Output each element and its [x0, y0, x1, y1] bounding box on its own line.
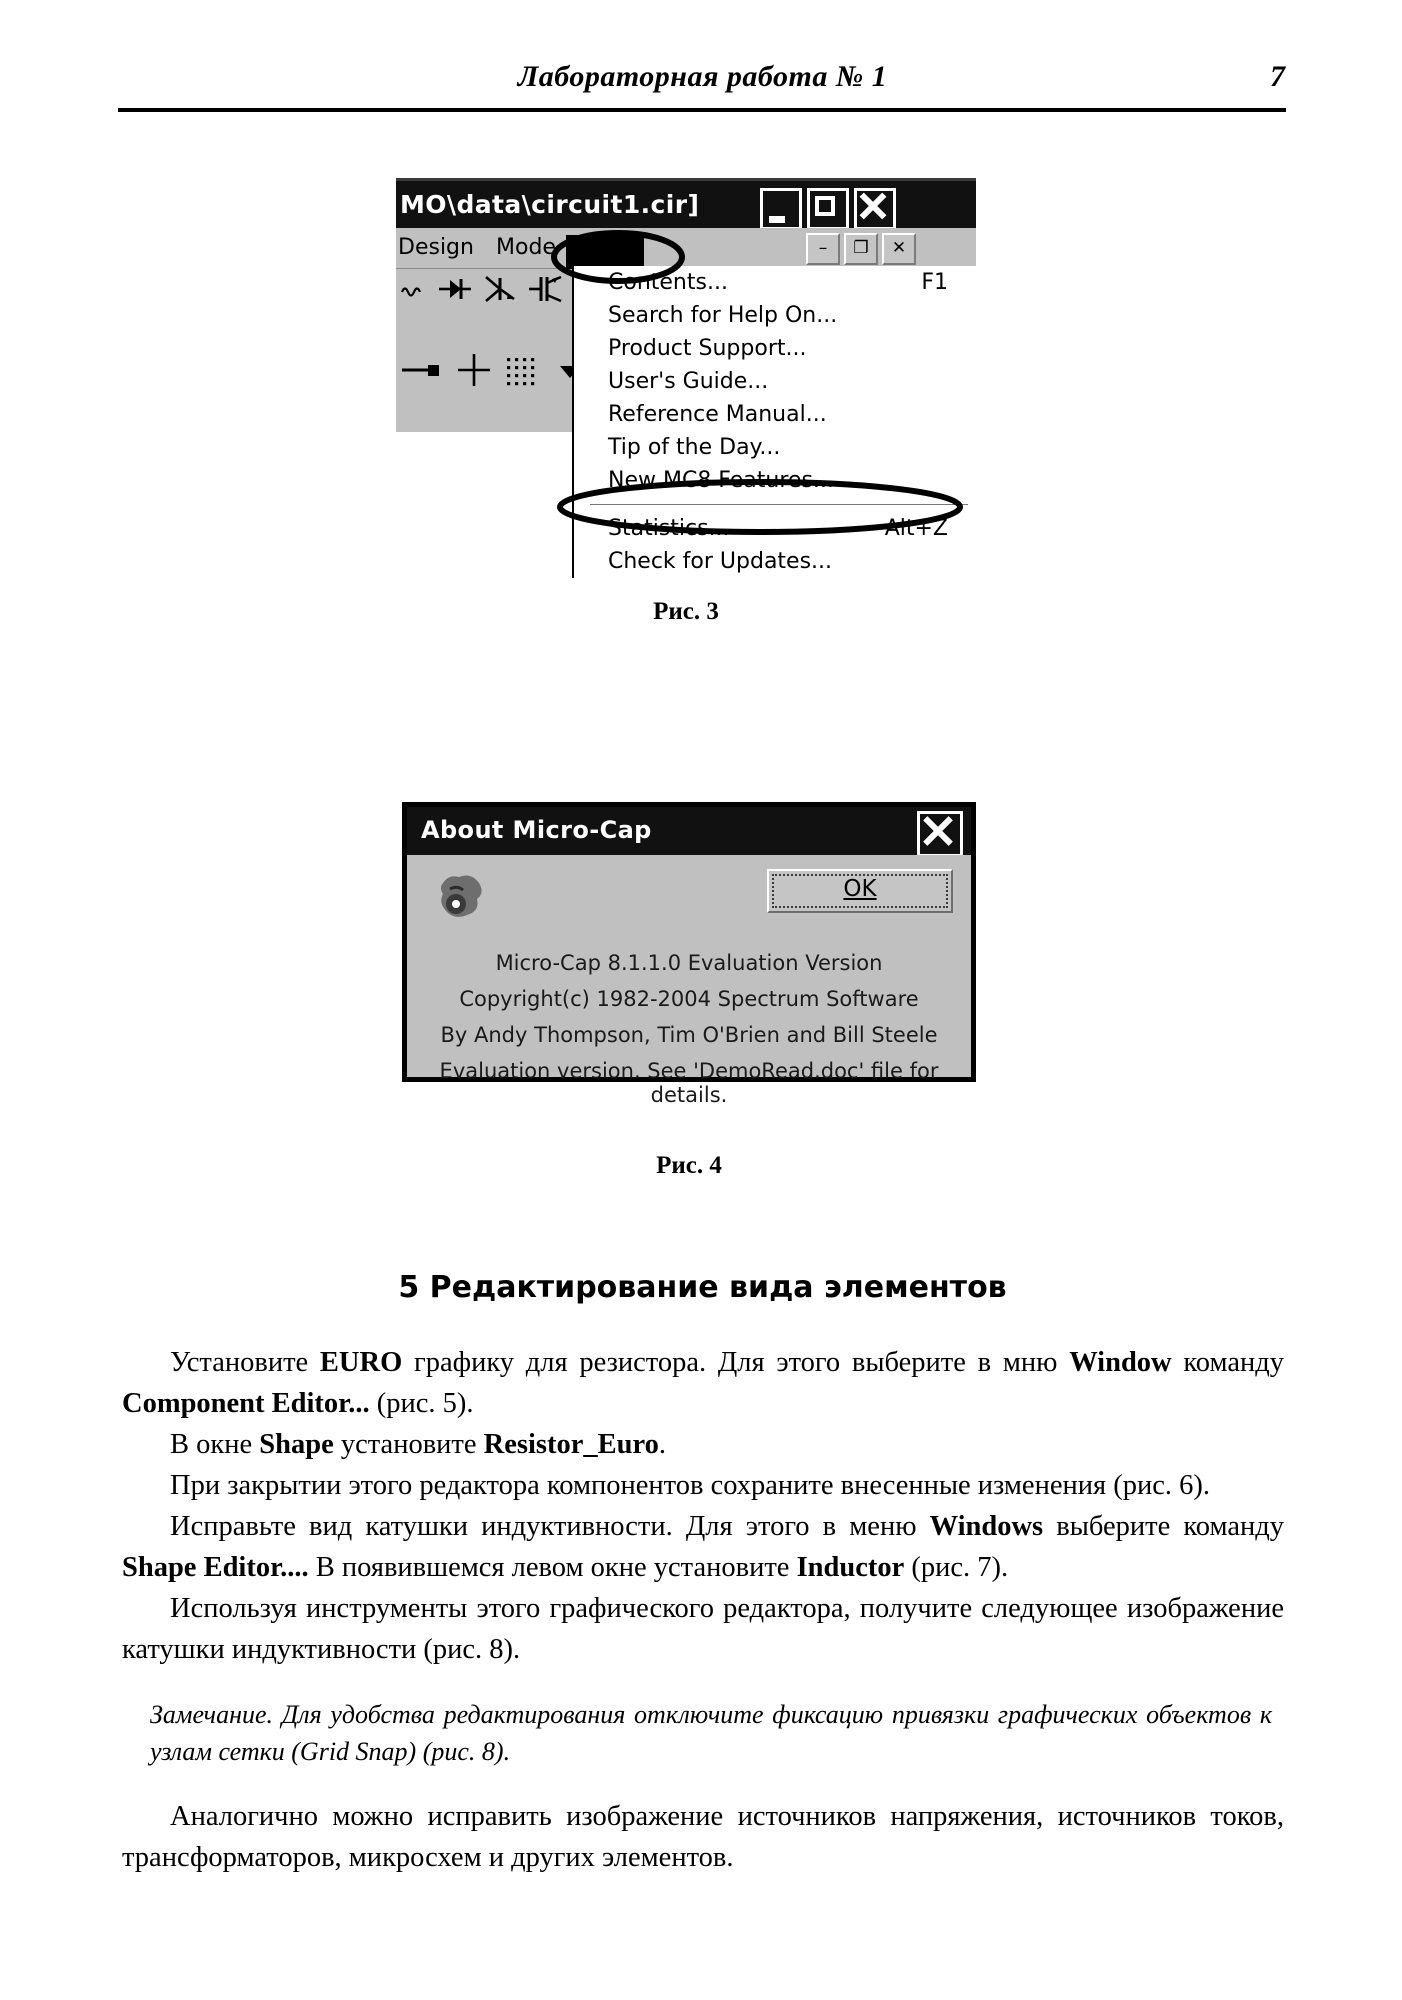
section-heading: 5 Редактирование вида элементов [398, 1270, 1007, 1305]
ok-button[interactable]: OK [767, 869, 953, 913]
close-button[interactable] [854, 188, 896, 230]
p1-text-d: команду [1171, 1347, 1284, 1378]
p4-text-a: Исправьте вид катушки индуктивности. Для… [170, 1511, 930, 1542]
p4-text-e: (рис. 7). [904, 1552, 1009, 1583]
p4-bold-windows: Windows [929, 1511, 1044, 1542]
p2-bold-shape: Shape [259, 1429, 334, 1460]
figure-3-caption: Рис. 3 [653, 598, 719, 625]
window-controls [760, 188, 896, 230]
p1-bold-window: Window [1069, 1347, 1172, 1378]
menu-option-search-for-help-on[interactable]: Search for Help On... [574, 299, 976, 332]
menu-option-label: Tip of the Day... [608, 435, 781, 460]
micro-cap-logo-icon [441, 875, 482, 917]
mdi-restore-button[interactable]: ❐ [844, 233, 878, 265]
p4-bold-inductor: Inductor [796, 1552, 905, 1583]
p2-text-a: В окне [170, 1429, 260, 1460]
about-dialog-titlebar: About Micro-Cap [407, 807, 971, 857]
menu-option-reference-manual[interactable]: Reference Manual... [574, 398, 976, 431]
menu-option-label: Search for Help On... [608, 303, 838, 328]
p2-bold-resistor-euro: Resistor_Euro [483, 1429, 659, 1460]
menu-option-label: Product Support... [608, 336, 807, 361]
transistor-icon[interactable] [528, 273, 564, 305]
about-dialog-body: OK Micro-Cap 8.1.1.0 Evaluation Version … [407, 855, 971, 1107]
p4-bold-shape-editor: Shape Editor.... [122, 1552, 309, 1583]
menu-item-mode[interactable]: Mode [496, 235, 556, 260]
p1-bold-euro: EURO [319, 1347, 403, 1378]
window-titlebar: MO\data\circuit1.cir] [396, 178, 976, 231]
menu-option-users-guide[interactable]: User's Guide... [574, 365, 976, 398]
about-close-icon[interactable] [917, 811, 963, 857]
ok-button-label: OK [772, 874, 948, 908]
menu-option-label: New MC8 Features... [608, 468, 834, 493]
menu-option-label: Reference Manual... [608, 402, 827, 427]
about-line-version: Micro-Cap 8.1.1.0 Evaluation Version [495, 951, 883, 975]
maximize-button[interactable] [807, 188, 849, 230]
menu-option-label: Statistics... [608, 516, 730, 541]
menu-separator-1 [590, 504, 968, 505]
window-title-text: MO\data\circuit1.cir] [400, 190, 700, 219]
body-text: Установите EURO графику для резистора. Д… [122, 1342, 1284, 1878]
menu-option-accel: F1 [921, 270, 948, 295]
p4-text-d: В появившемся левом окне установите [308, 1552, 797, 1583]
p4-text-c: выберите команду [1043, 1511, 1284, 1542]
figure-4-caption: Рис. 4 [656, 1152, 722, 1179]
about-dialog-title: About Micro-Cap [421, 816, 652, 844]
paragraph-1: Установите EURO графику для резистора. Д… [122, 1342, 1284, 1424]
p1-bold-component-editor: Component Editor... [122, 1388, 370, 1419]
p1-text-c: графику для резистора. Для этого выберит… [402, 1347, 1070, 1378]
menu-option-product-support[interactable]: Product Support... [574, 332, 976, 365]
figure-4-about-dialog: About Micro-Cap OK Micro-Cap 8.1.1.0 Eva… [402, 802, 976, 1107]
about-dialog-text: Micro-Cap 8.1.1.0 Evaluation Version Cop… [407, 951, 971, 1119]
paragraph-6: Аналогично можно исправить изображение и… [122, 1801, 1284, 1873]
figure-3: MO\data\circuit1.cir] Design Mode Help –… [396, 178, 976, 578]
paragraph-2: В окне Shape установите Resistor_Euro. [122, 1424, 1284, 1465]
p1-text-a: Установите [170, 1347, 320, 1378]
menu-option-label: Check for Updates... [608, 549, 833, 574]
p2-text-c: установите [333, 1429, 484, 1460]
menu-option-check-for-updates[interactable]: Check for Updates... [574, 545, 976, 578]
help-dropdown-menu: Contents... F1 Search for Help On... Pro… [572, 266, 976, 578]
menu-option-statistics[interactable]: Statistics... Alt+Z [574, 512, 976, 545]
note-paragraph: Замечание. Для удобства редактирования о… [150, 1700, 1272, 1766]
about-line-copyright: Copyright(c) 1982-2004 Spectrum Software [459, 987, 919, 1011]
p1-text-e: (рис. 5). [369, 1388, 474, 1419]
diode-icon[interactable] [438, 273, 472, 305]
menu-item-help[interactable]: Help [566, 235, 645, 269]
menubar: Design Mode Help – ❐ ✕ [396, 228, 976, 269]
menu-item-design[interactable]: Design [398, 235, 474, 260]
paragraph-5: Используя инструменты этого графического… [122, 1593, 1284, 1665]
crosshair-icon[interactable] [456, 352, 492, 388]
page-number: 7 [1270, 60, 1285, 93]
mdi-child-controls: – ❐ ✕ [806, 233, 916, 265]
waveform-icon[interactable] [400, 274, 426, 304]
about-line-authors: By Andy Thompson, Tim O'Brien and Bill S… [440, 1023, 938, 1047]
menu-option-label: User's Guide... [608, 369, 769, 394]
paragraph-3: При закрытии этого редактора компонентов… [170, 1470, 1210, 1501]
menu-option-accel: Alt+Z [884, 516, 948, 541]
menu-option-new-mc8-features[interactable]: New MC8 Features... [574, 464, 976, 497]
mdi-minimize-button[interactable]: – [806, 233, 840, 265]
menu-option-label: Contents... [608, 270, 728, 295]
header-divider [118, 108, 1286, 112]
mdi-close-button[interactable]: ✕ [882, 233, 916, 265]
menu-option-tip-of-the-day[interactable]: Tip of the Day... [574, 431, 976, 464]
scr-thyristor-icon[interactable] [484, 273, 516, 305]
ok-button-text: OK [843, 876, 877, 902]
menu-option-contents[interactable]: Contents... F1 [574, 266, 976, 299]
node-pointer-icon[interactable] [400, 355, 444, 385]
grid-snap-icon[interactable] [504, 353, 544, 387]
paragraph-4: Исправьте вид катушки индуктивности. Для… [122, 1506, 1284, 1588]
minimize-button[interactable] [760, 188, 802, 230]
micro-cap-window: MO\data\circuit1.cir] Design Mode Help –… [396, 178, 976, 578]
p2-text-d: . [658, 1429, 666, 1460]
about-line-evaluation: Evaluation version. See 'DemoRead.doc' f… [439, 1059, 939, 1107]
page-title: Лабораторная работа № 1 [517, 60, 888, 93]
